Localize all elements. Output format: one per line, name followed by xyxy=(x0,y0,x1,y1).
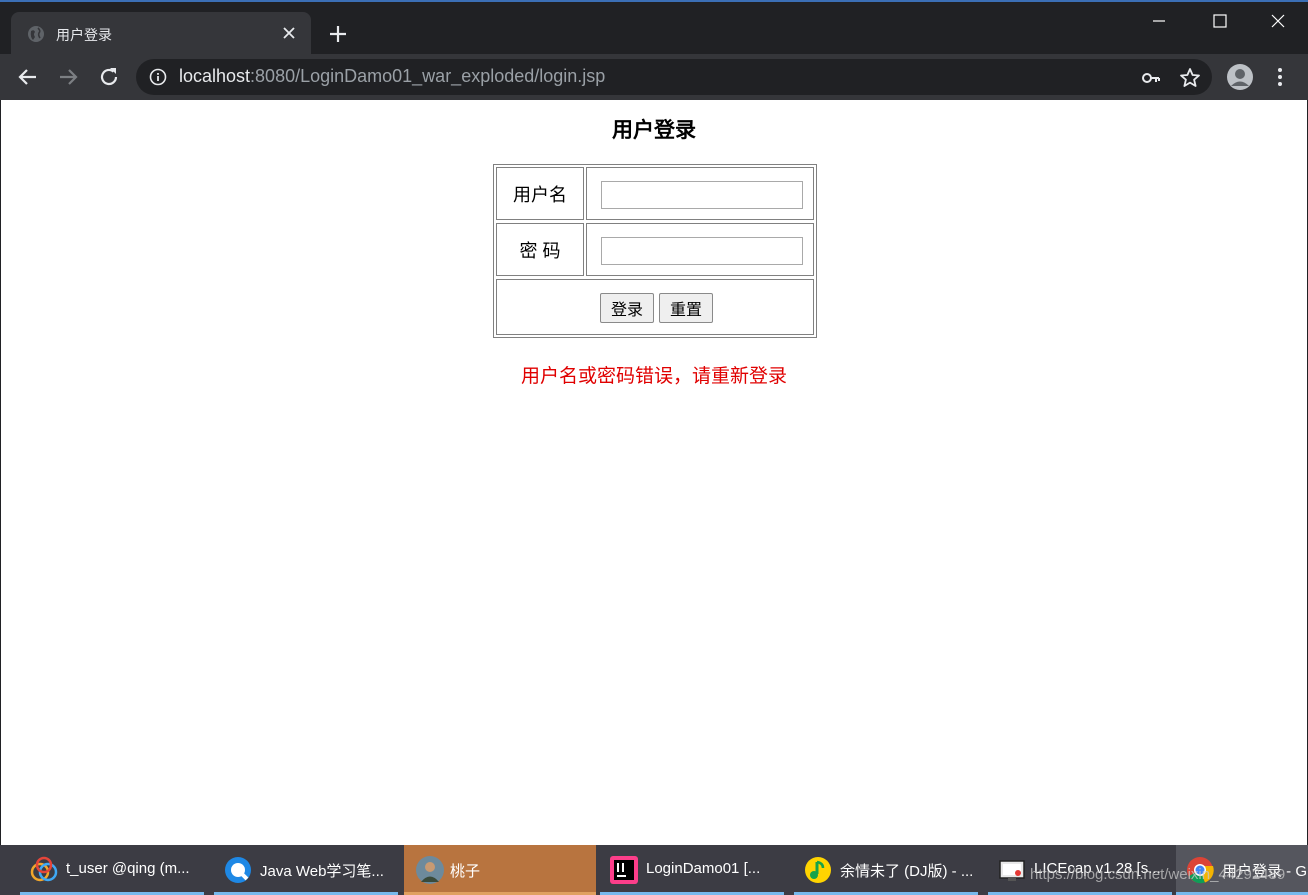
username-input[interactable] xyxy=(601,181,803,209)
info-icon[interactable] xyxy=(149,68,167,86)
taskbar-item-label: LoginDamo01 [... xyxy=(646,860,761,877)
notes-app-icon xyxy=(225,857,251,883)
star-icon[interactable] xyxy=(1178,66,1202,90)
new-tab-icon[interactable] xyxy=(326,22,350,46)
taskbar-item-label: Java Web学习笔... xyxy=(260,863,384,880)
password-label: 密 码 xyxy=(496,223,584,276)
page-title: 用户登录 xyxy=(612,119,696,142)
browser-titlebar: 用户登录 xyxy=(0,0,1308,56)
reload-icon[interactable] xyxy=(96,64,122,90)
reset-button[interactable]: 重置 xyxy=(659,293,713,323)
taskbar-item-notes[interactable]: Java Web学习笔... xyxy=(214,845,398,895)
taskbar-item-intellij[interactable]: LoginDamo01 [... xyxy=(600,845,784,895)
taskbar-item-music[interactable]: 余情未了 (DJ版) - ... xyxy=(794,845,978,895)
password-input[interactable] xyxy=(601,237,803,265)
close-window-icon[interactable] xyxy=(1267,10,1289,32)
url-text[interactable]: localhost:8080/LoginDamo01_war_exploded/… xyxy=(179,66,605,87)
username-label: 用户名 xyxy=(496,167,584,220)
url-host: localhost xyxy=(179,66,251,86)
maximize-icon[interactable] xyxy=(1209,10,1231,32)
intellij-icon xyxy=(610,856,638,884)
browser-toolbar: localhost:8080/LoginDamo01_war_exploded/… xyxy=(0,54,1308,100)
navicat-icon xyxy=(30,856,58,882)
licecap-icon xyxy=(999,860,1025,881)
login-form-table: 用户名 密 码 登录 重置 xyxy=(493,164,817,338)
music-player-icon xyxy=(805,857,831,883)
close-tab-icon[interactable] xyxy=(279,23,299,43)
browser-tab[interactable]: 用户登录 xyxy=(11,12,311,56)
tab-title: 用户登录 xyxy=(56,28,112,44)
back-arrow-icon[interactable] xyxy=(15,64,41,90)
profile-avatar-icon[interactable] xyxy=(1226,63,1254,91)
taskbar-item-label: 余情未了 (DJ版) - ... xyxy=(840,863,974,880)
key-icon[interactable] xyxy=(1140,67,1162,89)
username-cell xyxy=(586,167,814,220)
contact-avatar-icon xyxy=(416,856,444,884)
minimize-icon[interactable] xyxy=(1148,10,1170,32)
taskbar-item-label: t_user @qing (m... xyxy=(66,860,190,877)
password-cell xyxy=(586,223,814,276)
page-viewport: 用户登录 用户名 密 码 登录 重置 用户名或密码错误，请重新登录 xyxy=(1,100,1307,845)
more-menu-icon[interactable] xyxy=(1268,64,1292,90)
login-button[interactable]: 登录 xyxy=(600,293,654,323)
buttons-cell: 登录 重置 xyxy=(496,279,814,335)
forward-arrow-icon[interactable] xyxy=(55,64,81,90)
taskbar-item-label: 桃子 xyxy=(450,863,481,880)
error-message: 用户名或密码错误，请重新登录 xyxy=(520,366,787,387)
taskbar-item-navicat[interactable]: t_user @qing (m... xyxy=(20,845,204,895)
url-path: :8080/LoginDamo01_war_exploded/login.jsp xyxy=(250,66,606,86)
taskbar-item-chat-active[interactable]: 桃子 xyxy=(404,845,596,895)
address-bar[interactable]: localhost:8080/LoginDamo01_war_exploded/… xyxy=(136,59,1212,95)
watermark-text: https://blog.csdn.net/weixin_44292489 xyxy=(1030,866,1286,883)
globe-icon xyxy=(28,26,44,42)
